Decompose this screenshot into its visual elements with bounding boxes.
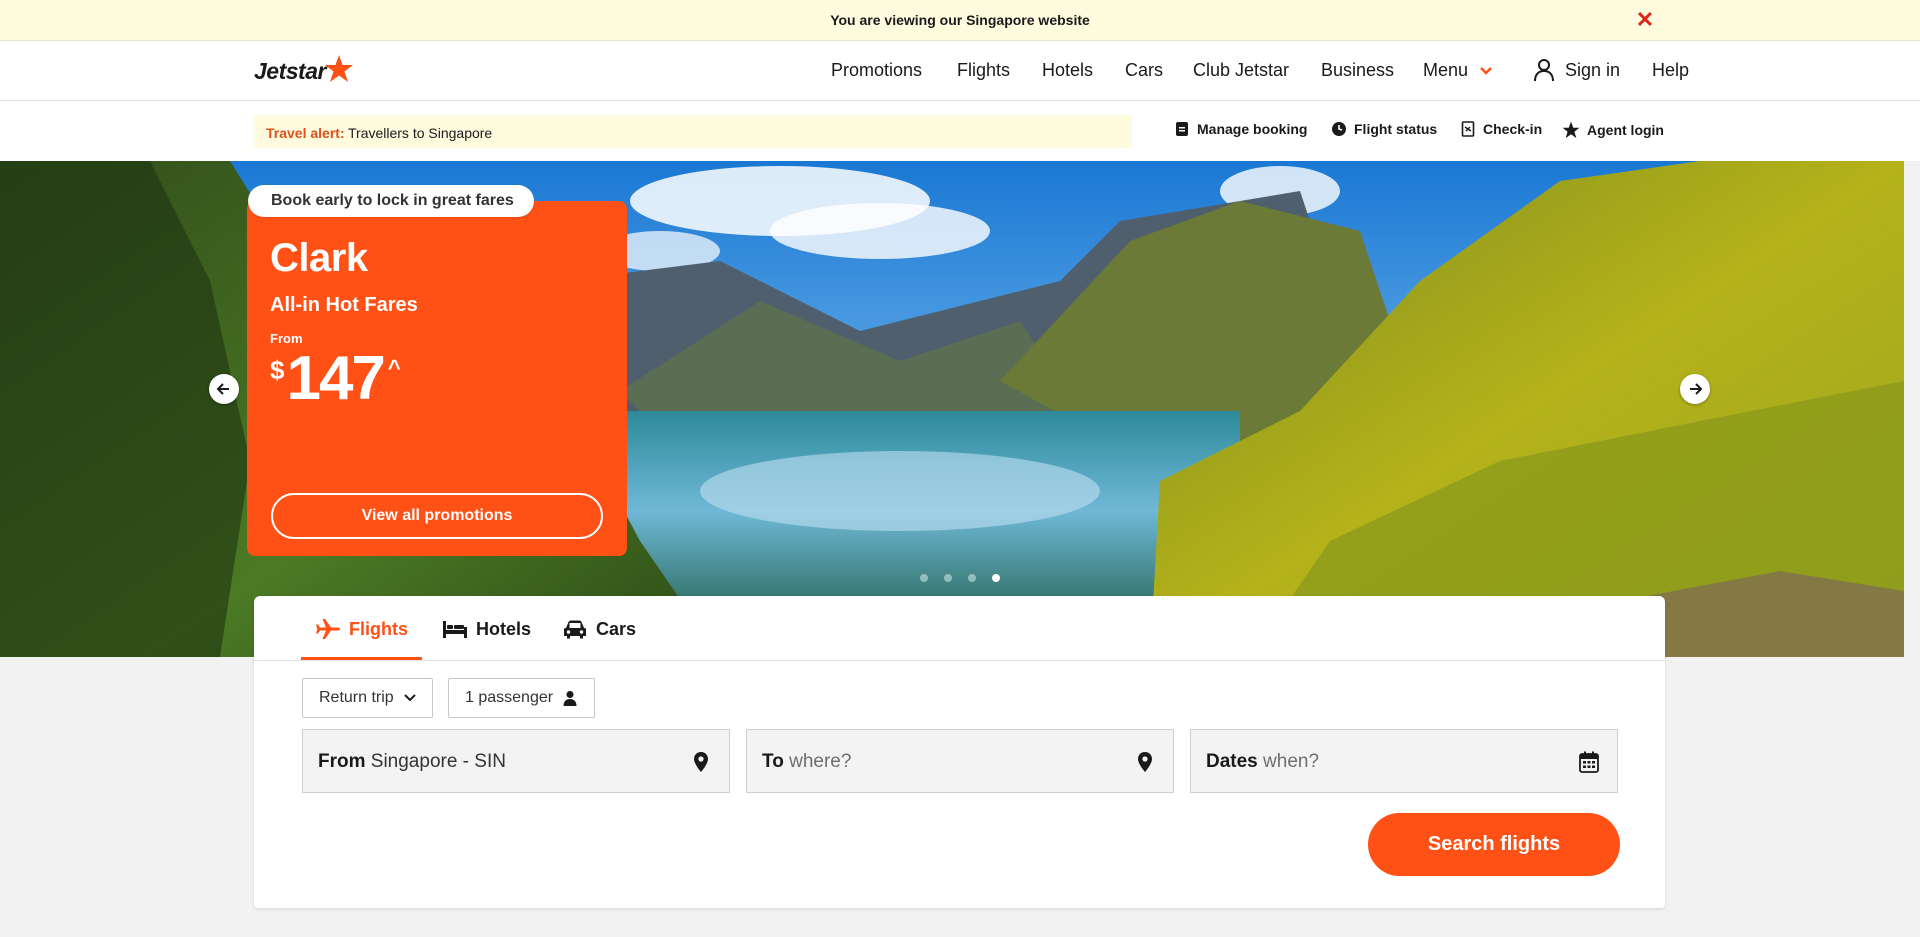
trip-type-select[interactable]: Return trip [302,678,433,718]
person-icon [563,691,577,706]
jetstar-logo[interactable]: Jetstar [254,55,354,87]
promo-price-suffix: ^ [387,355,401,380]
logo-text: Jetstar [254,57,326,84]
boarding-pass-icon [1461,121,1475,137]
agent-login-label: Agent login [1587,122,1664,138]
nav-help[interactable]: Help [1652,60,1689,81]
check-in-link[interactable]: Check-in [1460,121,1542,137]
tab-hotels[interactable]: Hotels [442,618,531,640]
origin-label: From [318,751,366,772]
search-tabs: Flights Hotels Cars [254,596,1665,661]
flight-status-label: Flight status [1354,121,1438,137]
view-all-promotions-button[interactable]: View all promotions [271,493,603,539]
calendar-icon [1579,751,1599,773]
trip-type-value: Return trip [319,689,394,706]
search-panel: Flights Hotels Cars Return trip 1 passen… [254,596,1665,908]
promo-amount: 147 [286,344,385,413]
travel-alert-message[interactable]: Travellers to Singapore [348,125,492,141]
carousel-prev-button[interactable] [209,374,239,404]
carousel-dots [920,574,1000,582]
travel-alert[interactable]: Travel alert: Travellers to Singapore [254,115,1132,148]
user-icon[interactable] [1533,58,1555,82]
tab-hotels-label: Hotels [476,618,532,639]
promo-badge: Book early to lock in great fares [248,185,534,217]
nav-menu[interactable]: Menu [1423,60,1493,81]
tab-flights[interactable]: Flights [315,618,408,640]
passenger-select[interactable]: 1 passenger [448,678,595,718]
promo-card: Clark All-in Hot Fares From $ 147 ^ View… [247,201,627,556]
travel-alert-label: Travel alert: [266,125,345,141]
nav-hotels[interactable]: Hotels [1042,60,1093,81]
check-in-label: Check-in [1483,121,1543,137]
tab-cars-label: Cars [596,618,637,639]
nav-club-jetstar[interactable]: Club Jetstar [1193,60,1289,81]
nav-sign-in[interactable]: Sign in [1565,60,1620,81]
agent-login-link[interactable]: Agent login [1562,121,1664,139]
chevron-down-icon [403,694,416,702]
hero-edge-gap [1904,161,1920,657]
sub-header: Travel alert: Travellers to Singapore Ma… [0,101,1920,161]
carousel-dot-active[interactable] [992,574,1000,582]
arrow-right-icon [1690,383,1703,395]
dates-field-label: Dates when? [1206,751,1319,773]
carousel-dot[interactable] [968,574,976,582]
search-flights-button[interactable]: Search flights [1368,813,1620,876]
destination-field[interactable]: To where? [746,729,1174,793]
notice-text: You are viewing our Singapore website [830,12,1090,28]
clock-icon [1332,122,1346,136]
close-icon[interactable]: ✕ [1635,9,1655,31]
site-region-notice: You are viewing our Singapore website ✕ [0,0,1920,41]
manage-booking-link[interactable]: Manage booking [1174,121,1307,137]
promo-price: $ 147 ^ [270,343,401,415]
tab-cars[interactable]: Cars [562,618,636,640]
origin-field[interactable]: From Singapore - SIN [302,729,730,793]
dates-placeholder: when? [1263,751,1320,772]
bed-icon [443,621,467,638]
logo-star-icon [324,55,353,82]
car-icon [564,620,586,639]
active-tab-indicator [301,657,422,660]
promo-destination: Clark [270,236,368,280]
chevron-down-icon [1480,67,1492,76]
passenger-value: 1 passenger [465,689,554,706]
destination-label: To [762,751,784,772]
dates-field[interactable]: Dates when? [1190,729,1618,793]
nav-flights[interactable]: Flights [957,60,1010,81]
star-icon [1562,121,1580,139]
carousel-dot[interactable] [944,574,952,582]
arrow-left-icon [216,383,229,395]
location-pin-icon [1138,752,1152,772]
origin-value: Singapore - SIN [370,751,506,772]
location-pin-icon [694,752,708,772]
origin-field-label: From Singapore - SIN [318,751,506,773]
dates-label: Dates [1206,751,1258,772]
nav-cars[interactable]: Cars [1125,60,1163,81]
nav-promotions[interactable]: Promotions [831,60,922,81]
nav-business[interactable]: Business [1321,60,1394,81]
promo-currency: $ [270,355,285,385]
destination-placeholder: where? [789,751,852,772]
nav-menu-label: Menu [1423,60,1469,80]
flight-status-link[interactable]: Flight status [1331,121,1437,137]
tab-flights-label: Flights [349,618,408,639]
destination-field-label: To where? [762,751,851,773]
carousel-next-button[interactable] [1680,374,1710,404]
plane-icon [316,619,340,639]
manage-booking-label: Manage booking [1197,121,1308,137]
promo-subtitle: All-in Hot Fares [270,294,418,316]
document-icon [1176,122,1188,136]
carousel-dot[interactable] [920,574,928,582]
main-header: Jetstar Promotions Flights Hotels Cars C… [0,41,1920,101]
